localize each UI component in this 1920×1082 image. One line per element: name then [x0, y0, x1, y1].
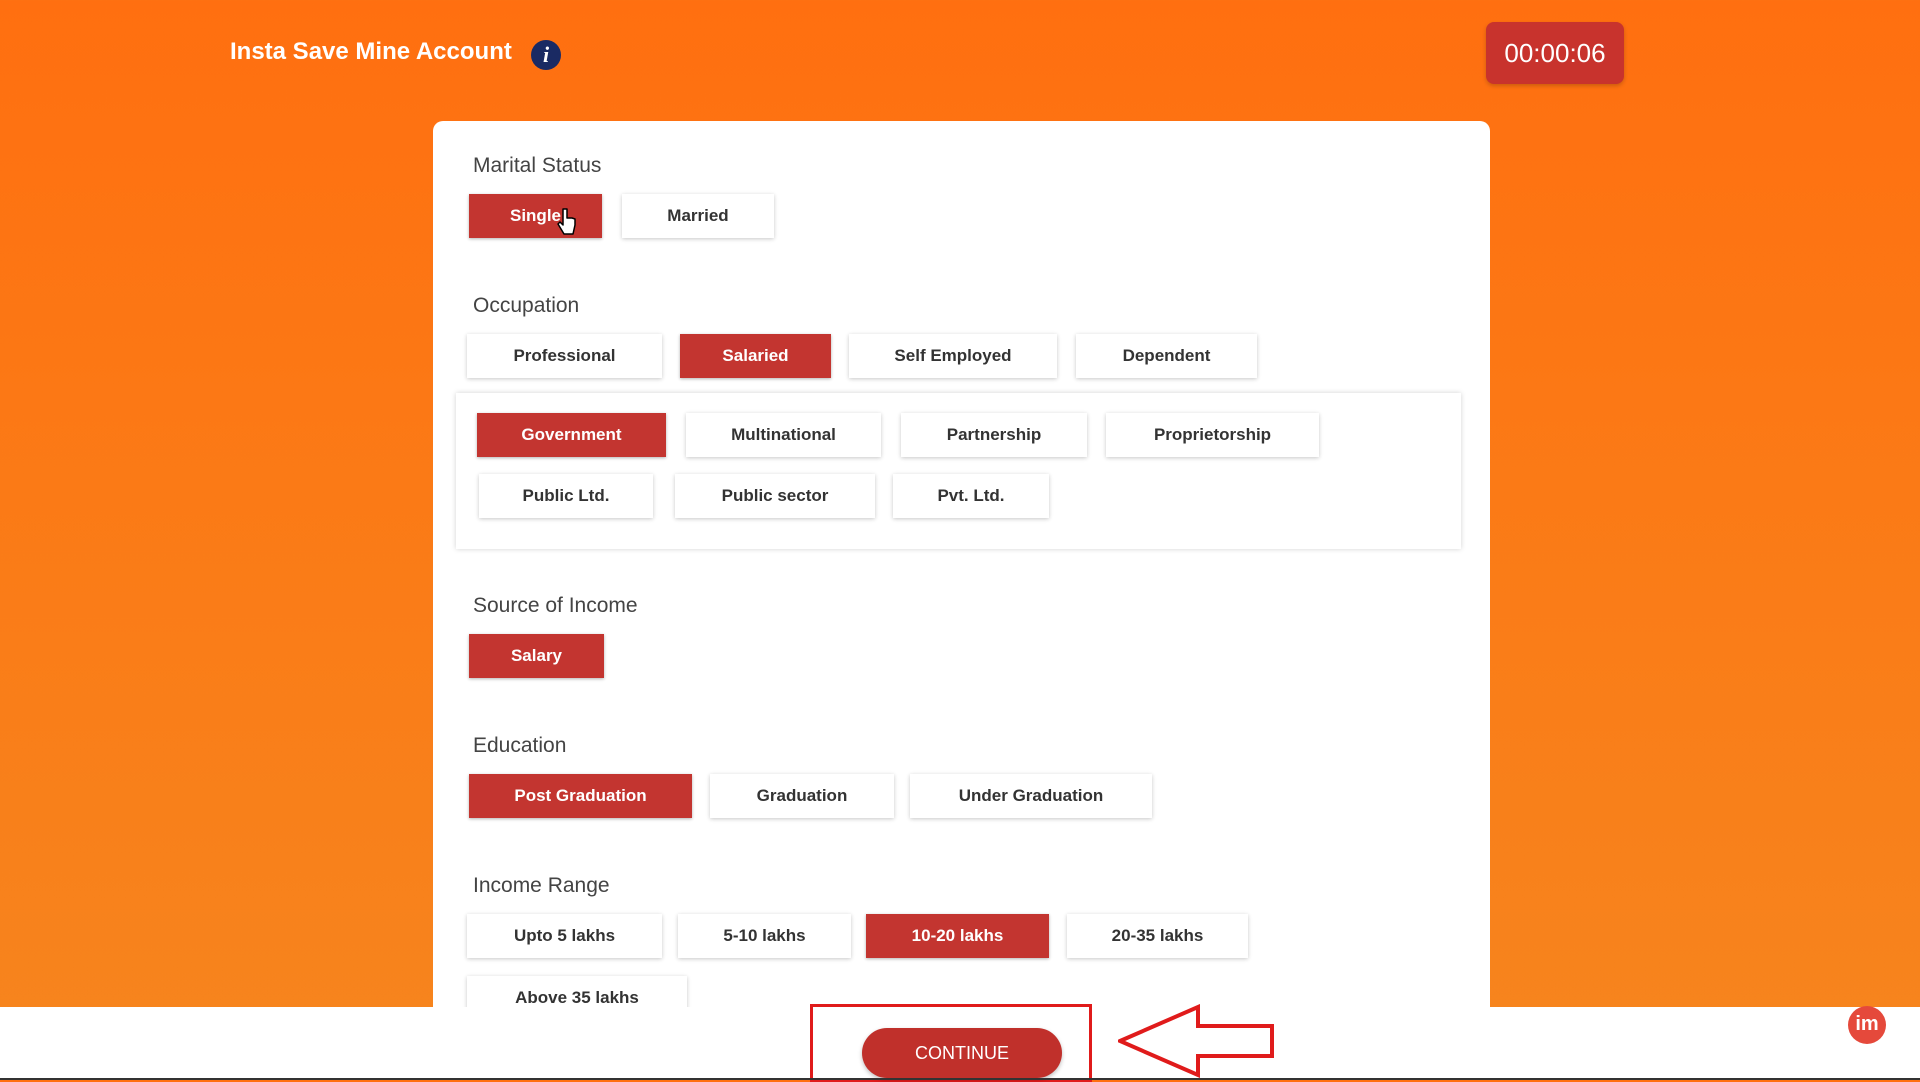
option-post-graduation[interactable]: Post Graduation [469, 774, 692, 818]
option-pvt-ltd[interactable]: Pvt. Ltd. [893, 474, 1049, 518]
mouse-cursor-icon [557, 208, 576, 235]
option-partnership[interactable]: Partnership [901, 413, 1087, 457]
option-married[interactable]: Married [622, 194, 774, 238]
option-5-10-lakhs[interactable]: 5-10 lakhs [678, 914, 851, 958]
option-multinational[interactable]: Multinational [686, 413, 881, 457]
option-government[interactable]: Government [477, 413, 666, 457]
pointer-arrow-icon [1118, 1004, 1274, 1078]
option-public-sector[interactable]: Public sector [675, 474, 875, 518]
income-source-label: Source of Income [473, 594, 638, 617]
info-icon[interactable]: i [531, 40, 561, 70]
im-logo-icon: im [1848, 1006, 1886, 1044]
education-label: Education [473, 734, 567, 757]
option-public-ltd[interactable]: Public Ltd. [479, 474, 653, 518]
continue-button[interactable]: CONTINUE [862, 1028, 1062, 1078]
option-professional[interactable]: Professional [467, 334, 662, 378]
employer-type-panel: Government Multinational Partnership Pro… [456, 393, 1461, 549]
option-dependent[interactable]: Dependent [1076, 334, 1257, 378]
option-salary[interactable]: Salary [469, 634, 604, 678]
option-salaried[interactable]: Salaried [680, 334, 831, 378]
option-graduation[interactable]: Graduation [710, 774, 894, 818]
option-single[interactable]: Single [469, 194, 602, 238]
timer: 00:00:06 [1486, 22, 1624, 84]
form-card: Marital Status Single Married Occupation… [433, 121, 1490, 1020]
option-self-employed[interactable]: Self Employed [849, 334, 1057, 378]
income-range-label: Income Range [473, 874, 610, 897]
option-20-35-lakhs[interactable]: 20-35 lakhs [1067, 914, 1248, 958]
option-proprietorship[interactable]: Proprietorship [1106, 413, 1319, 457]
option-under-graduation[interactable]: Under Graduation [910, 774, 1152, 818]
marital-status-label: Marital Status [473, 154, 602, 177]
option-10-20-lakhs[interactable]: 10-20 lakhs [866, 914, 1049, 958]
option-upto-5-lakhs[interactable]: Upto 5 lakhs [467, 914, 662, 958]
occupation-label: Occupation [473, 294, 580, 317]
page-title: Insta Save Mine Account [230, 38, 512, 65]
